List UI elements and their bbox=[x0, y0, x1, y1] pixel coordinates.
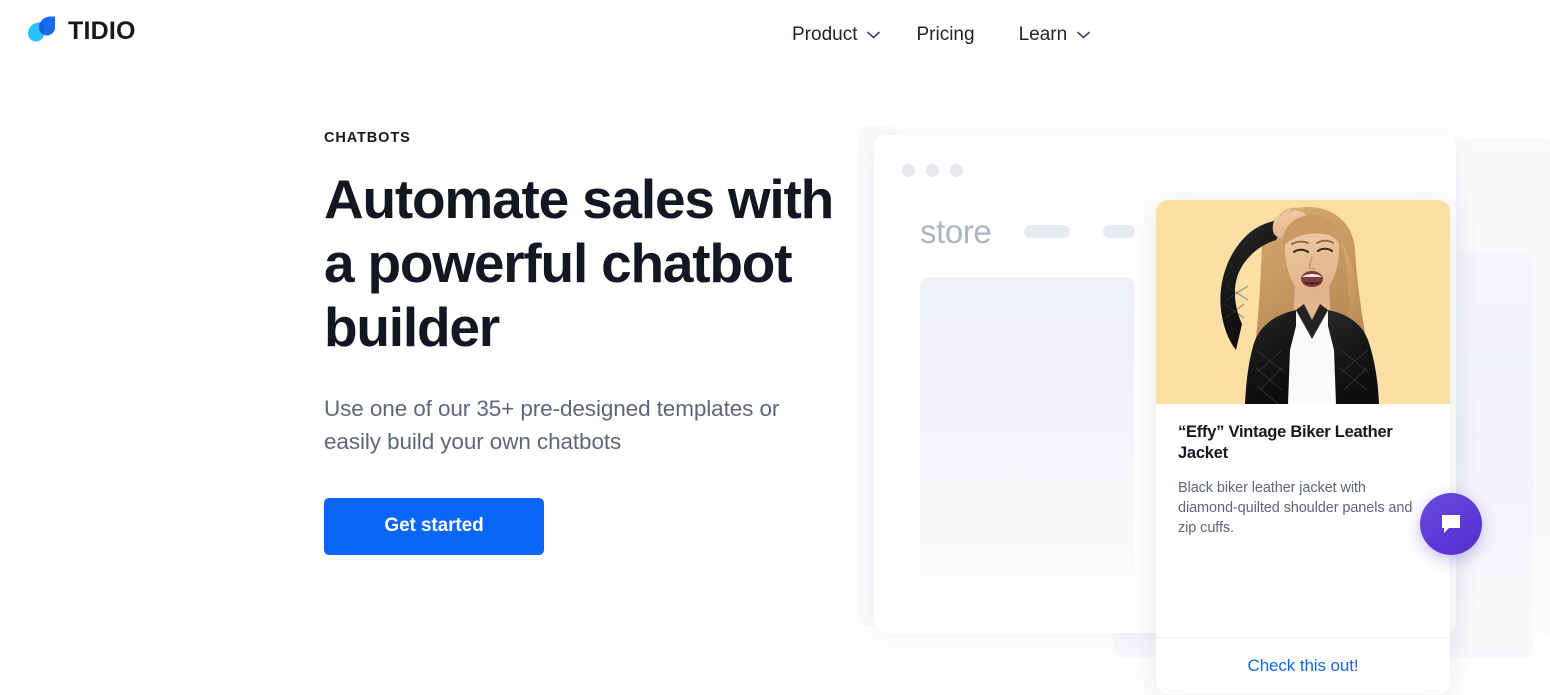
page-title: Automate sales with a powerful chatbot b… bbox=[324, 168, 834, 358]
hero-subheading: Use one of our 35+ pre-designed template… bbox=[324, 396, 780, 455]
landing-page: TIDIO Product Pricing Learn CHATBOTS Aut… bbox=[0, 0, 1550, 695]
brand-logo-link[interactable]: TIDIO bbox=[24, 14, 136, 48]
nav-item-learn[interactable]: Learn bbox=[997, 20, 1105, 50]
chat-launcher-button[interactable] bbox=[1420, 493, 1482, 555]
nav-item-learn-label: Learn bbox=[1018, 24, 1068, 45]
browser-dot-maximize-icon bbox=[950, 164, 963, 177]
nav-item-pricing[interactable]: Pricing bbox=[894, 20, 996, 50]
hero-eyebrow: CHATBOTS bbox=[324, 130, 411, 146]
browser-traffic-lights bbox=[902, 164, 963, 177]
hero-text-column: CHATBOTS Automate sales with a powerful … bbox=[324, 130, 844, 555]
product-card-body: “Effy” Vintage Biker Leather Jacket Blac… bbox=[1156, 404, 1450, 637]
store-header-row: store bbox=[920, 213, 1136, 250]
placeholder-pill bbox=[1103, 225, 1136, 238]
product-card: “Effy” Vintage Biker Leather Jacket Blac… bbox=[1156, 200, 1450, 694]
nav-item-pricing-label: Pricing bbox=[916, 24, 975, 45]
placeholder-pill bbox=[1024, 225, 1071, 238]
browser-dot-close-icon bbox=[902, 164, 915, 177]
chat-bubble-icon bbox=[1438, 511, 1464, 537]
browser-dot-minimize-icon bbox=[926, 164, 939, 177]
product-description: Black biker leather jacket with diamond-… bbox=[1178, 480, 1413, 537]
site-header: TIDIO Product Pricing Learn bbox=[0, 0, 1550, 70]
nav-item-product[interactable]: Product bbox=[770, 20, 894, 50]
main-navigation: Product Pricing Learn bbox=[770, 20, 1104, 50]
get-started-button[interactable]: Get started bbox=[324, 497, 544, 555]
check-this-out-link[interactable]: Check this out! bbox=[1156, 638, 1450, 694]
product-photo bbox=[1156, 200, 1450, 404]
hero-illustration: store “Effy” Vintage Biker Leather Jacke… bbox=[858, 118, 1550, 694]
chevron-down-icon bbox=[867, 31, 881, 39]
placeholder-content-block bbox=[920, 277, 1134, 577]
brand-name: TIDIO bbox=[68, 16, 136, 45]
nav-item-product-label: Product bbox=[792, 24, 858, 45]
product-title: “Effy” Vintage Biker Leather Jacket bbox=[1178, 423, 1393, 463]
chevron-down-icon bbox=[1077, 31, 1091, 39]
tidio-logo-icon bbox=[24, 14, 59, 48]
store-label: store bbox=[920, 213, 992, 250]
